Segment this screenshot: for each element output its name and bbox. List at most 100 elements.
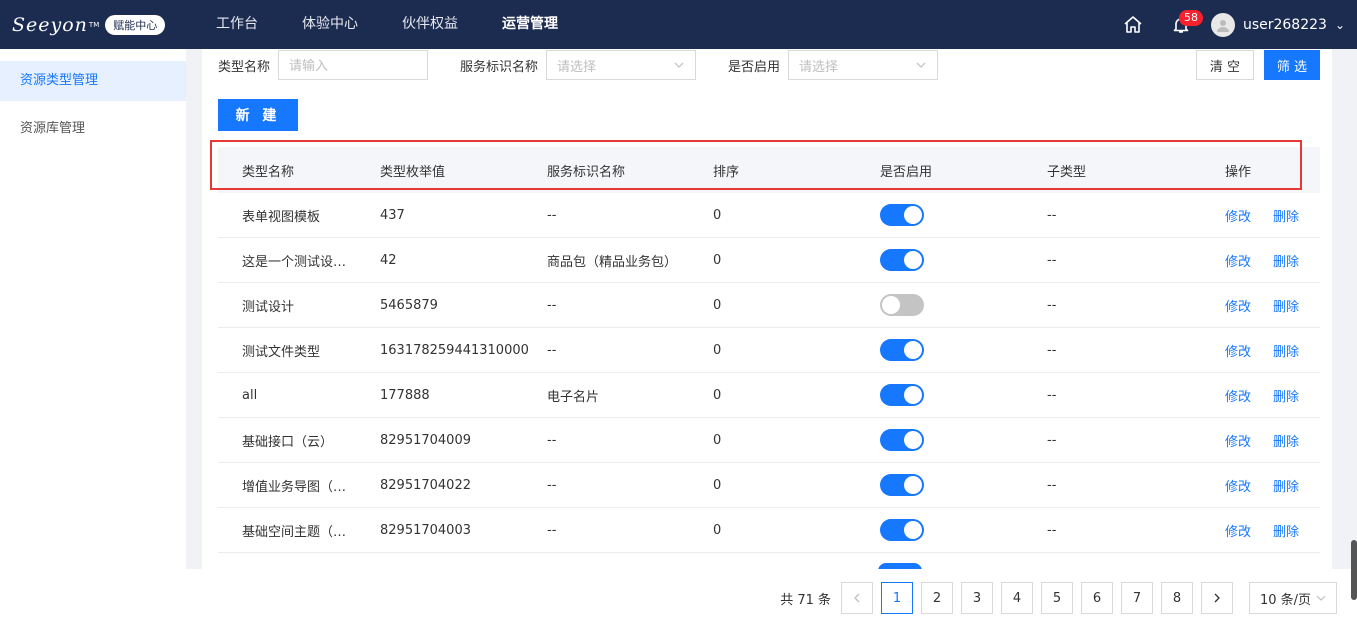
table-row: 表单视图模板 437 -- 0 -- 修改 删除 <box>218 193 1320 238</box>
cell-service: -- <box>547 207 557 223</box>
page-button[interactable]: 1 <box>881 582 913 614</box>
cell-type-name: 增值业务导图（… <box>242 479 347 495</box>
edit-link[interactable]: 修改 <box>1225 206 1251 225</box>
chevron-down-icon <box>1316 595 1326 601</box>
cell-actions: 修改 删除 <box>1225 296 1320 315</box>
home-button[interactable] <box>1115 7 1151 43</box>
type-name-label: 类型名称 <box>218 59 271 75</box>
table-row: all 177888 电子名片 0 -- 修改 删除 <box>218 373 1320 418</box>
cell-type-name: 测试文件类型 <box>242 344 321 360</box>
resource-type-table: 类型名称 类型枚举值 服务标识名称 排序 是否启用 子类型 操作 表单视图模板 … <box>218 147 1320 553</box>
cell-actions: 修改 删除 <box>1225 476 1320 495</box>
enabled-toggle[interactable] <box>880 339 924 361</box>
chevron-down-icon[interactable]: ⌄ <box>1335 18 1345 32</box>
new-button[interactable]: 新 建 <box>218 99 298 131</box>
cell-type-name: 测试设计 <box>242 299 295 315</box>
page-button[interactable]: 7 <box>1121 582 1153 614</box>
nav-item-experience[interactable]: 体验中心 <box>282 0 382 49</box>
page-button[interactable]: 3 <box>961 582 993 614</box>
sidebar: 资源类型管理 资源库管理 <box>0 49 186 626</box>
cell-enabled <box>880 204 1047 226</box>
table-row: 测试设计 5465879 -- 0 -- 修改 删除 <box>218 283 1320 328</box>
cell-service: -- <box>547 342 557 358</box>
logo-text: Seeyon <box>12 13 88 36</box>
cell-service: -- <box>547 522 557 538</box>
page-button[interactable]: 6 <box>1081 582 1113 614</box>
enabled-toggle[interactable] <box>880 519 924 541</box>
cell-subtype: -- <box>1047 477 1057 493</box>
prev-page-button[interactable] <box>841 582 873 614</box>
sidebar-item-resource-type[interactable]: 资源类型管理 <box>0 61 186 101</box>
chevron-left-icon <box>854 593 860 603</box>
type-name-input[interactable] <box>278 50 429 80</box>
service-placeholder: 请选择 <box>557 59 597 75</box>
cell-sort: 0 <box>713 432 722 448</box>
table-body: 表单视图模板 437 -- 0 -- 修改 删除 这是一个测试设… 42 商品包… <box>218 193 1320 553</box>
enabled-toggle[interactable] <box>880 204 924 226</box>
col-actions: 操作 <box>1225 164 1252 180</box>
delete-link[interactable]: 删除 <box>1273 431 1299 450</box>
cell-sort: 0 <box>713 252 722 268</box>
cell-service: 电子名片 <box>547 389 600 405</box>
cell-subtype: -- <box>1047 522 1057 538</box>
delete-link[interactable]: 删除 <box>1273 386 1299 405</box>
edit-link[interactable]: 修改 <box>1225 431 1251 450</box>
clear-button[interactable]: 清 空 <box>1196 50 1254 80</box>
delete-link[interactable]: 删除 <box>1273 206 1299 225</box>
service-select[interactable]: 请选择 <box>546 50 697 80</box>
cell-service: 商品包（精品业务包） <box>547 254 678 270</box>
cell-sort: 0 <box>713 477 722 493</box>
sidebar-item-resource-library[interactable]: 资源库管理 <box>0 109 186 149</box>
notification-button[interactable]: 58 <box>1163 7 1203 43</box>
col-subtype: 子类型 <box>1047 164 1087 180</box>
table-header: 类型名称 类型枚举值 服务标识名称 排序 是否启用 子类型 操作 <box>218 147 1320 193</box>
page-button[interactable]: 8 <box>1161 582 1193 614</box>
edit-link[interactable]: 修改 <box>1225 386 1251 405</box>
enabled-toggle[interactable] <box>880 294 924 316</box>
enabled-select[interactable]: 请选择 <box>788 50 939 80</box>
cell-enabled <box>880 294 1047 316</box>
main-panel: 类型名称 服务标识名称 请选择 是否启用 请选择 清 空 筛 选 新 建 类型名… <box>202 49 1332 569</box>
pagination-bar: 共 71 条 12345678 10 条/页 <box>186 569 1357 626</box>
edit-link[interactable]: 修改 <box>1225 296 1251 315</box>
username[interactable]: user268223 <box>1243 17 1327 33</box>
cell-subtype: -- <box>1047 432 1057 448</box>
next-page-button[interactable] <box>1201 582 1233 614</box>
cell-enabled <box>880 519 1047 541</box>
edit-link[interactable]: 修改 <box>1225 251 1251 270</box>
edit-link[interactable]: 修改 <box>1225 521 1251 540</box>
cell-type-name: 表单视图模板 <box>242 209 321 225</box>
cell-service: -- <box>547 297 557 313</box>
cell-type-name: 基础空间主题（… <box>242 524 347 540</box>
cell-type-value: 82951704003 <box>380 522 471 538</box>
header-right: 58 user268223 ⌄ <box>1115 0 1345 49</box>
delete-link[interactable]: 删除 <box>1273 521 1299 540</box>
delete-link[interactable]: 删除 <box>1273 341 1299 360</box>
page-button[interactable]: 5 <box>1041 582 1073 614</box>
page-size-select[interactable]: 10 条/页 <box>1249 582 1337 614</box>
edit-link[interactable]: 修改 <box>1225 476 1251 495</box>
enabled-toggle[interactable] <box>880 429 924 451</box>
nav-item-workbench[interactable]: 工作台 <box>196 0 282 49</box>
enabled-label: 是否启用 <box>728 59 781 75</box>
cell-subtype: -- <box>1047 252 1057 268</box>
nav-item-partner[interactable]: 伙伴权益 <box>382 0 482 49</box>
cell-type-name: 基础接口（云） <box>242 434 334 450</box>
filter-button[interactable]: 筛 选 <box>1264 50 1320 80</box>
top-header: Seeyon TM 赋能中心 工作台 体验中心 伙伴权益 运营管理 58 use… <box>0 0 1357 49</box>
delete-link[interactable]: 删除 <box>1273 251 1299 270</box>
page-button[interactable]: 4 <box>1001 582 1033 614</box>
enabled-toggle[interactable] <box>880 384 924 406</box>
logo[interactable]: Seeyon TM 赋能中心 <box>12 14 196 36</box>
enabled-toggle[interactable] <box>880 474 924 496</box>
page-scrollbar[interactable] <box>1351 540 1357 600</box>
delete-link[interactable]: 删除 <box>1273 476 1299 495</box>
cell-subtype: -- <box>1047 342 1057 358</box>
enabled-toggle[interactable] <box>880 249 924 271</box>
delete-link[interactable]: 删除 <box>1273 296 1299 315</box>
edit-link[interactable]: 修改 <box>1225 341 1251 360</box>
avatar[interactable] <box>1210 12 1235 37</box>
cell-service: -- <box>547 477 557 493</box>
page-button[interactable]: 2 <box>921 582 953 614</box>
nav-item-operations[interactable]: 运营管理 <box>482 0 582 49</box>
